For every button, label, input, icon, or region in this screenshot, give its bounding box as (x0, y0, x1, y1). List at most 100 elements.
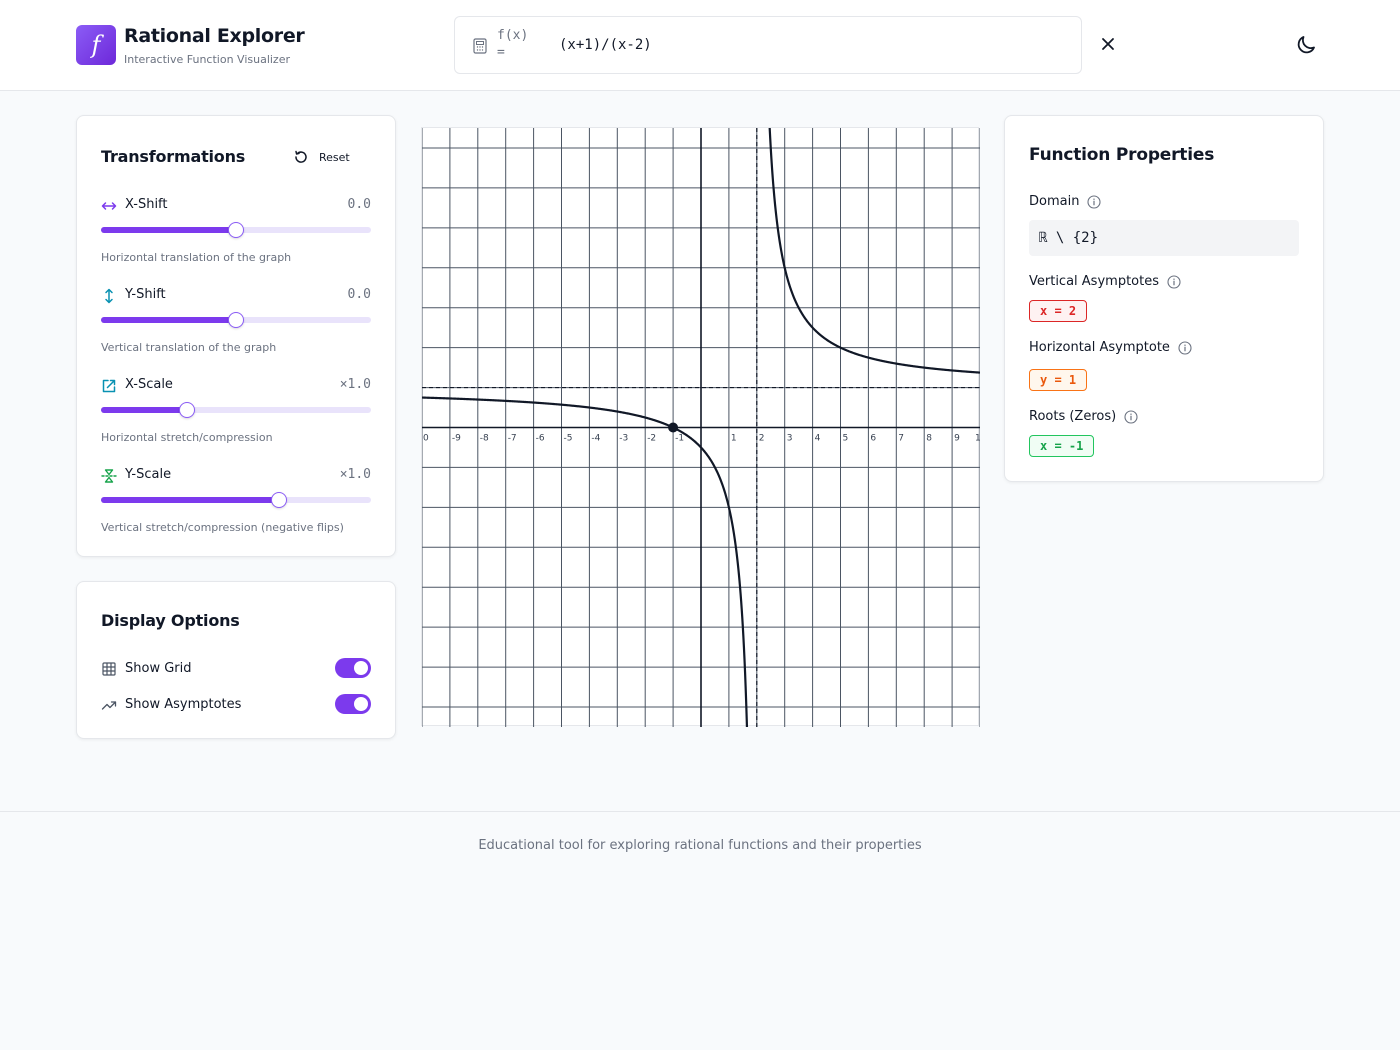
roots-label: Roots (Zeros) (1029, 409, 1117, 424)
y-scale-slider[interactable] (101, 492, 371, 508)
vertical-asymptote-badge: x = 2 (1029, 300, 1088, 322)
root-point (668, 422, 679, 433)
domain-value: ℝ \ {2} (1029, 220, 1299, 256)
graph-panel[interactable]: 0 -9 -8 -7 -6 -5 -4 -3 -2 -1 1 2 3 4 5 6 7 8 9 1 (421, 88, 981, 761)
y-shift-control: Y-Shift 0.0 Vertical translation of the … (101, 286, 371, 354)
trending-icon (101, 701, 117, 710)
info-icon[interactable] (1167, 274, 1181, 289)
horizontal-asymptote-label-row: Horizontal Asymptote (1029, 340, 1192, 355)
y-shift-slider-thumb[interactable] (228, 312, 244, 328)
properties-title: Function Properties (1029, 145, 1215, 165)
y-shift-description: Vertical translation of the graph (101, 341, 277, 354)
reset-button[interactable]: Reset (293, 146, 350, 168)
y-scale-slider-thumb[interactable] (271, 492, 288, 508)
y-scale-control: Y-Scale ×1.0 Vertical stretch/compressio… (101, 466, 371, 534)
arrows-horizontal-icon (101, 202, 117, 210)
info-icon[interactable] (1087, 194, 1102, 209)
app-title: Rational Explorer (124, 25, 305, 47)
x-shift-slider-thumb[interactable] (228, 222, 244, 238)
domain-label-row: Domain (1029, 194, 1102, 209)
reset-icon (295, 150, 307, 163)
show-grid-toggle-knob (354, 661, 368, 675)
show-grid-toggle[interactable] (335, 658, 371, 678)
x-shift-value: 0.0 (347, 197, 371, 212)
footer-text: Educational tool for exploring rational … (478, 838, 922, 853)
x-tick-label: -9 (452, 434, 461, 444)
domain-label: Domain (1029, 194, 1080, 209)
x-shift-label: X-Shift (125, 197, 168, 212)
footer: Educational tool for exploring rational … (0, 811, 1400, 1050)
curve-right-branch (766, 88, 981, 374)
info-icon[interactable] (1178, 340, 1192, 355)
x-scale-control: X-Scale ×1.0 Horizontal stretch/compress… (101, 376, 371, 444)
show-asymptotes-toggle-knob (354, 697, 368, 711)
scale-icon (102, 379, 116, 393)
y-shift-slider-fill (101, 317, 236, 323)
x-shift-slider[interactable] (101, 222, 371, 238)
x-tick-label: -3 (619, 434, 628, 444)
vertical-asymptotes-label: Vertical Asymptotes (1029, 274, 1159, 289)
show-asymptotes-option: Show Asymptotes (101, 694, 371, 716)
x-tick-label: 8 (926, 434, 932, 444)
show-asymptotes-toggle[interactable] (335, 694, 371, 714)
x-tick-label: 9 (954, 434, 960, 444)
x-tick-label: -1 (675, 434, 684, 444)
x-tick-label: 6 (870, 434, 876, 444)
y-scale-label: Y-Scale (125, 467, 172, 482)
x-shift-description: Horizontal translation of the graph (101, 251, 292, 264)
flip-vertical-icon (101, 469, 117, 483)
display-options-title: Display Options (101, 611, 240, 630)
y-shift-label: Y-Shift (125, 287, 166, 302)
x-tick-label: -8 (480, 434, 489, 444)
y-scale-slider-fill (101, 497, 280, 503)
vertical-asymptotes-label-row: Vertical Asymptotes (1029, 274, 1181, 289)
root-badge: x = -1 (1029, 435, 1095, 457)
points (668, 422, 679, 433)
x-tick-label: 4 (815, 434, 821, 444)
x-tick-label: -2 (647, 434, 656, 444)
function-properties-card: Function Properties Domain ℝ \ {2} Verti… (1004, 115, 1324, 482)
y-scale-value: ×1.0 (339, 467, 371, 482)
function-graph[interactable]: 0 -9 -8 -7 -6 -5 -4 -3 -2 -1 1 2 3 4 5 6 7 8 9 1 (421, 88, 981, 761)
x-tick-label: -6 (536, 434, 545, 444)
x-tick-label: -4 (591, 434, 600, 444)
info-icon[interactable] (1124, 409, 1138, 424)
y-scale-description: Vertical stretch/compression (negative f… (101, 521, 344, 534)
function-input-box[interactable]: f(x) = (454, 16, 1082, 74)
x-scale-description: Horizontal stretch/compression (101, 431, 273, 444)
x-tick-label: 2 (759, 434, 765, 444)
x-tick-label: -5 (564, 434, 573, 444)
x-scale-slider-thumb[interactable] (179, 402, 196, 418)
x-scale-label: X-Scale (125, 377, 173, 392)
app-subtitle: Interactive Function Visualizer (124, 53, 290, 66)
roots-label-row: Roots (Zeros) (1029, 409, 1138, 424)
x-tick-label: 1 (975, 434, 980, 444)
reset-label: Reset (319, 150, 350, 164)
x-tick-label: -7 (508, 434, 517, 444)
function-input[interactable] (559, 33, 1039, 57)
app-logo: f (76, 25, 116, 65)
arrows-vertical-icon (105, 288, 113, 304)
x-scale-slider[interactable] (101, 402, 371, 418)
x-shift-control: X-Shift 0.0 Horizontal translation of th… (101, 196, 371, 264)
show-grid-option: Show Grid (101, 658, 371, 680)
function-label: f(x) = (497, 28, 529, 60)
x-scale-slider-fill (101, 407, 188, 413)
x-tick-label: 5 (843, 434, 849, 444)
app-header: f Rational Explorer Interactive Function… (0, 0, 1400, 91)
grid-icon (102, 662, 116, 676)
transformations-title: Transformations (101, 147, 246, 166)
transformations-card: Transformations Reset X-Shift 0.0 Horizo… (76, 115, 396, 557)
x-scale-value: ×1.0 (339, 377, 371, 392)
show-grid-label: Show Grid (125, 661, 192, 676)
y-shift-slider[interactable] (101, 312, 371, 328)
display-options-card: Display Options Show Grid Show Asymptote… (76, 581, 396, 739)
x-tick-label: 1 (731, 434, 737, 444)
x-tick-label: 7 (898, 434, 904, 444)
curve-left-branch (421, 396, 749, 761)
clear-icon[interactable] (1098, 34, 1118, 54)
y-shift-value: 0.0 (347, 287, 371, 302)
moon-icon[interactable] (1294, 33, 1318, 57)
calculator-icon (473, 38, 487, 54)
horizontal-asymptote-label: Horizontal Asymptote (1029, 340, 1170, 355)
